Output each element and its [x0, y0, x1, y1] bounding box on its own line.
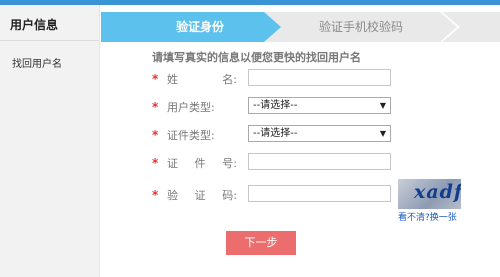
id-number-label: 证 件 号:: [167, 157, 237, 170]
dropdown-arrow-icon: ▼: [379, 129, 386, 138]
id-number-input[interactable]: [248, 153, 391, 170]
dropdown-arrow-icon: ▼: [379, 101, 386, 110]
name-label: 姓 名:: [167, 73, 237, 86]
user-type-row: * 用户类型: --请选择-- ▼: [101, 97, 500, 115]
captcha-label: 验 证 码:: [167, 189, 237, 202]
captcha-refresh-link[interactable]: 看不清?换一张: [398, 210, 457, 223]
id-type-select[interactable]: --请选择-- ▼: [248, 125, 391, 142]
id-type-selected: --请选择--: [253, 128, 298, 139]
name-row: * 姓 名:: [101, 69, 500, 87]
captcha-input[interactable]: [248, 185, 391, 202]
user-type-label: 用户类型:: [167, 101, 215, 114]
required-mark: *: [152, 188, 159, 202]
main-content: 验证手机校验码 验证身份 请填写真实的信息以便您更快的找回用户名 * 姓 名: …: [101, 5, 500, 277]
id-type-row: * 证件类型: --请选择-- ▼: [101, 125, 500, 143]
id-number-row: * 证 件 号:: [101, 153, 500, 171]
captcha-text: xadf: [414, 181, 461, 203]
captcha-image[interactable]: xadf: [398, 179, 461, 209]
next-step-button[interactable]: 下一步: [226, 231, 296, 255]
name-input[interactable]: [248, 69, 391, 86]
required-mark: *: [152, 128, 159, 142]
step-progress: 验证手机校验码 验证身份: [101, 12, 500, 42]
step-verify-identity: 验证身份: [101, 12, 281, 42]
id-type-label: 证件类型:: [167, 129, 215, 142]
required-mark: *: [152, 156, 159, 170]
user-type-selected: --请选择--: [253, 100, 298, 111]
user-type-select[interactable]: --请选择-- ▼: [248, 97, 391, 114]
required-mark: *: [152, 100, 159, 114]
step-verify-phone: 验证手机校验码: [265, 12, 457, 42]
required-mark: *: [152, 72, 159, 86]
sidebar: 用户信息 找回用户名: [0, 5, 100, 277]
form-intro: 请填写真实的信息以便您更快的找回用户名: [152, 51, 361, 64]
sidebar-title: 用户信息: [0, 5, 99, 41]
sidebar-item-retrieve-username[interactable]: 找回用户名: [0, 55, 99, 70]
